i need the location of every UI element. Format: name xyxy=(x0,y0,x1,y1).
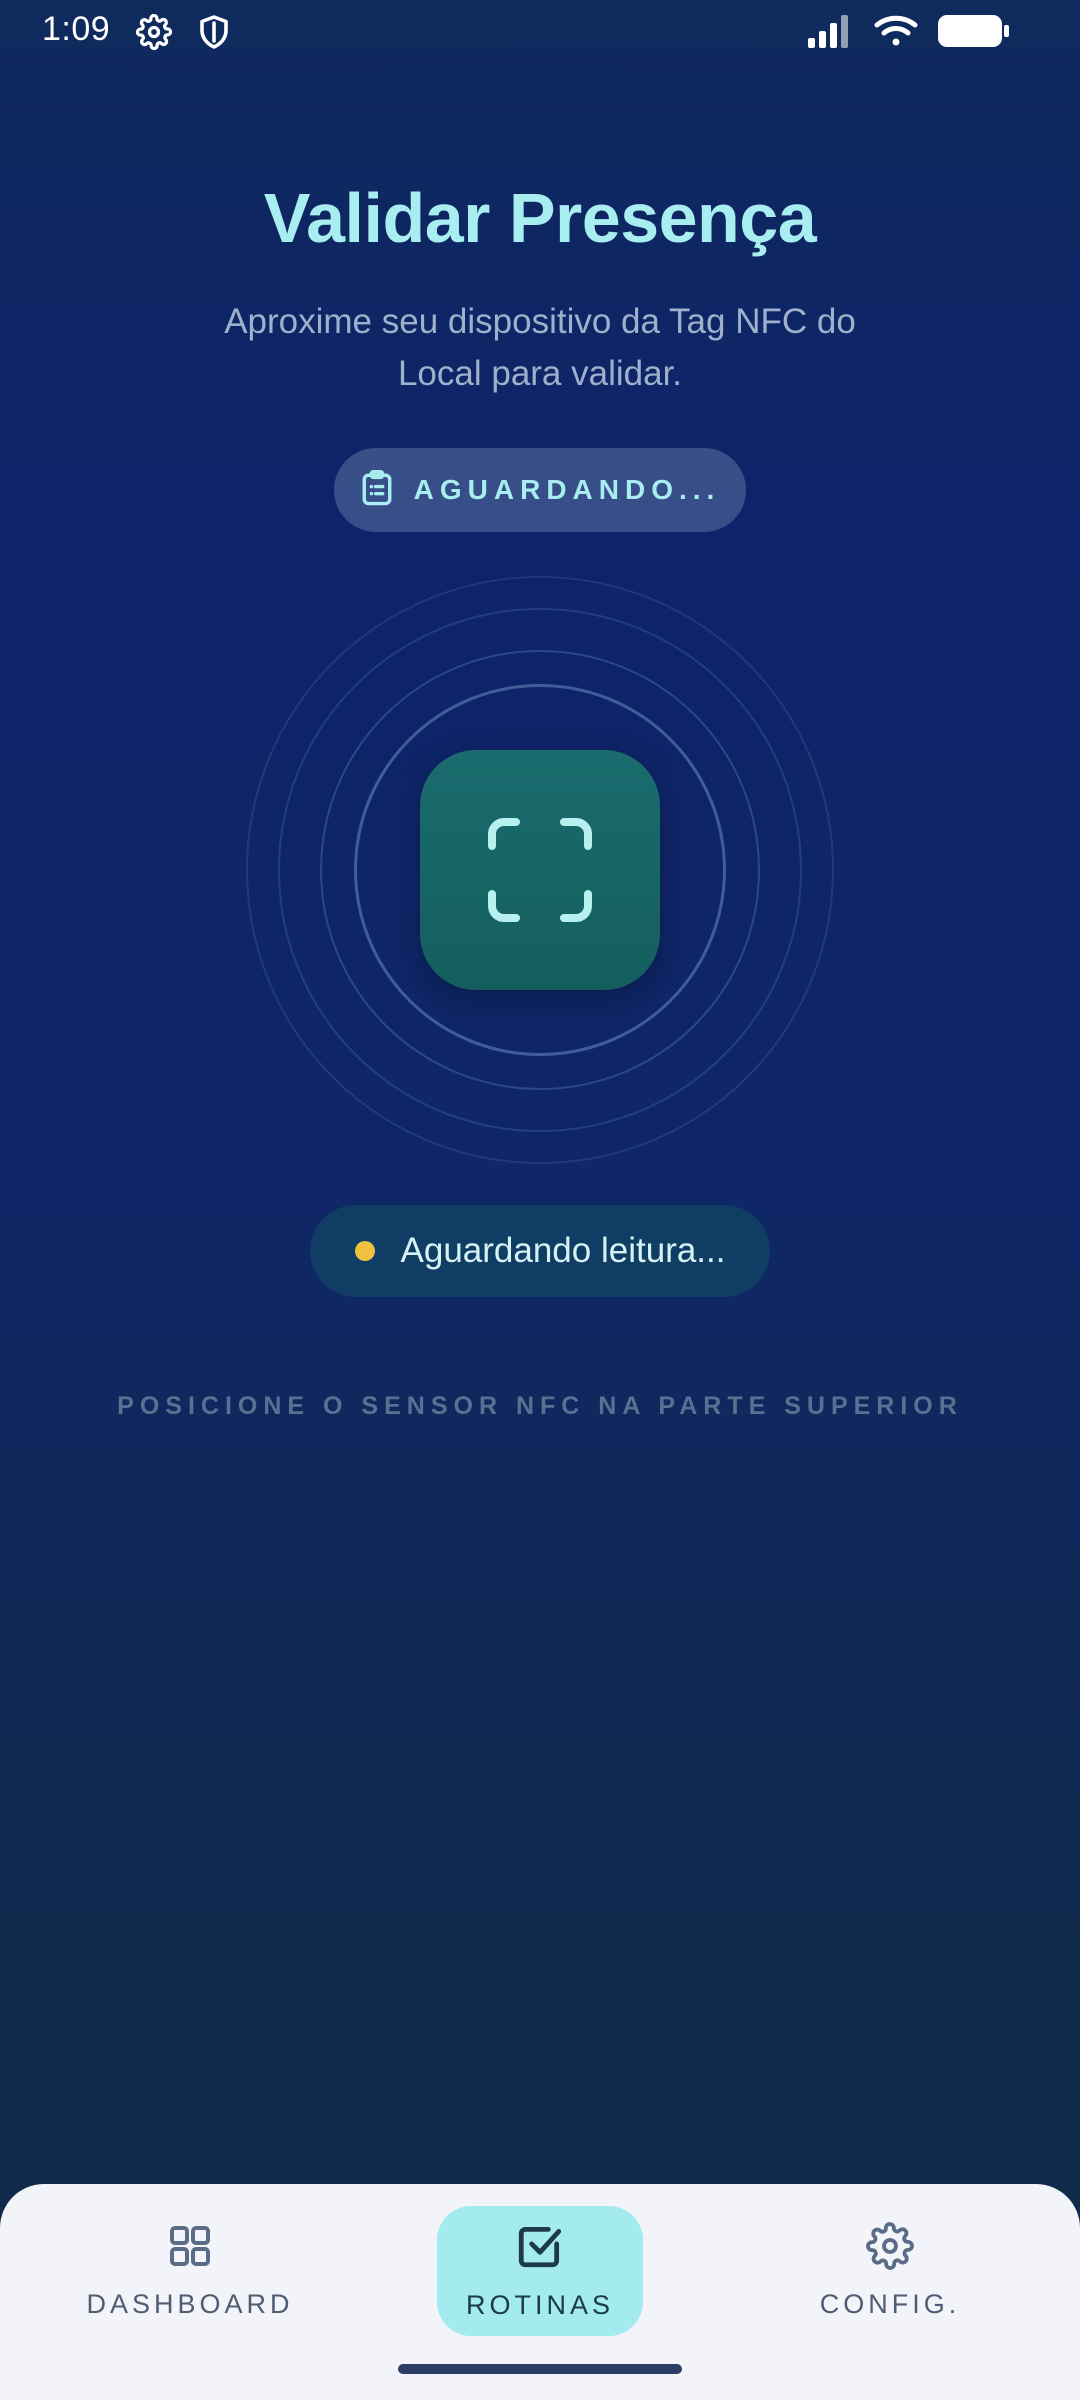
gear-icon xyxy=(866,2222,914,2275)
status-pill: AGUARDANDO... xyxy=(334,448,746,532)
status-bar: 1:09 xyxy=(0,0,1080,64)
battery-icon xyxy=(938,14,1010,53)
reading-status: Aguardando leitura... xyxy=(310,1205,770,1297)
clipboard-icon xyxy=(360,469,394,512)
page-subtitle: Aproxime seu dispositivo da Tag NFC do L… xyxy=(224,302,856,393)
nav-config[interactable]: CONFIG. xyxy=(760,2206,1020,2336)
hint-text: POSICIONE O SENSOR NFC NA PARTE SUPERIOR xyxy=(117,1392,963,1420)
status-right-icons xyxy=(808,14,1010,53)
nav-rotinas[interactable]: ROTINAS xyxy=(437,2206,643,2336)
nfc-scan-button[interactable] xyxy=(420,750,660,990)
checkbox-icon xyxy=(515,2221,565,2276)
nav-label: DASHBOARD xyxy=(86,2289,294,2319)
gear-icon xyxy=(135,13,173,51)
nav-dashboard[interactable]: DASHBOARD xyxy=(60,2206,320,2336)
signal-icon xyxy=(808,14,854,53)
status-dot xyxy=(354,1241,375,1261)
nav-label: ROTINAS xyxy=(465,2290,614,2320)
reading-status-text: Aguardando leitura... xyxy=(400,1231,726,1270)
grid-icon xyxy=(166,2222,214,2275)
nav-label: CONFIG. xyxy=(819,2289,961,2319)
status-pill-label: AGUARDANDO... xyxy=(413,474,721,505)
shield-icon xyxy=(196,14,232,50)
page-title: Validar Presença xyxy=(263,179,817,257)
status-time: 1:09 xyxy=(42,10,111,48)
wifi-icon xyxy=(874,14,918,53)
home-indicator[interactable] xyxy=(398,2364,682,2374)
